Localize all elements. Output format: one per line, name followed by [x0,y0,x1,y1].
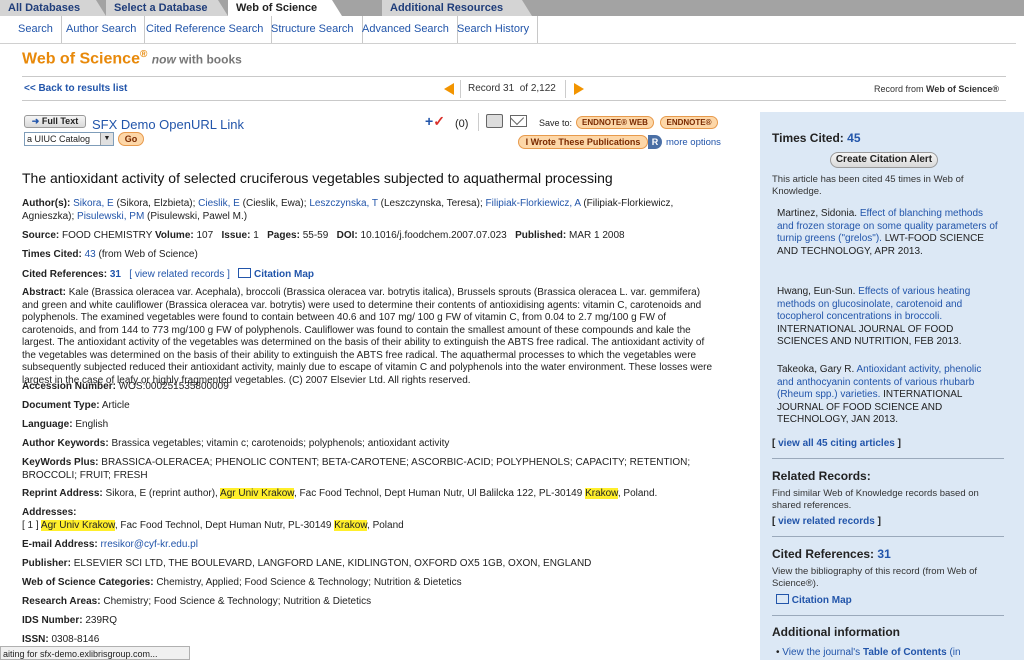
address-entry: [ 1 ] Agr Univ Krakow, Fac Food Technol,… [22,519,404,531]
divider [22,76,1006,77]
chevron-down-icon: ▼ [100,133,113,145]
next-record-icon[interactable] [574,83,584,95]
author-link[interactable]: Sikora, E [73,198,114,209]
citation-map-icon [776,594,789,604]
search-subnav: Search Author Search Cited Reference Sea… [0,16,1016,44]
divider [460,80,461,98]
times-cited-field: Times Cited: 43 (from Web of Science) [22,249,198,260]
view-all-citing: [ view all 45 citing articles ] [772,438,901,449]
research-areas-field: Research Areas: Chemistry; Food Science … [22,596,372,607]
times-cited-link[interactable]: 43 [85,249,96,260]
more-options-link[interactable]: more options [666,137,721,148]
keywords-plus-field: KeyWords Plus: BRASSICA-OLERACEA; PHENOL… [22,457,691,481]
view-related-link[interactable]: view related records [778,516,875,527]
marked-list-count: (0) [455,118,469,130]
bullet-icon: • [776,647,780,658]
record-source: Record from Web of Science® [874,84,1000,94]
database-tabbar: All Databases Select a Database Web of S… [0,0,1024,16]
document-type-field: Document Type: Article [22,400,130,411]
view-related: [ view related records ] [772,516,881,527]
tab-web-of-science[interactable]: Web of Science [228,0,342,16]
wos-categories-field: Web of Science Categories: Chemistry, Ap… [22,577,462,588]
cited-references-text: View the bibliography of this record (fr… [772,566,978,589]
print-icon[interactable] [486,114,503,128]
citation-sidebar: Times Cited: 45 Create Citation Alert Th… [760,112,1024,660]
language-field: Language: English [22,419,109,430]
citing-article: Hwang, Eun-Sun. Effects of various heati… [777,286,971,348]
go-button[interactable]: Go [118,132,144,146]
cited-references-heading: Cited References: 31 [772,547,891,561]
brand-heading: Web of Science® now with books [22,49,242,68]
citing-article: Takeoka, Gary R. Antioxidant activity, p… [777,364,982,426]
cited-references-count-link[interactable]: 31 [877,547,890,561]
sidebar-citation-map: Citation Map [776,594,852,606]
cited-references-field: Cited References: 31 [ view related reco… [22,268,315,280]
researcherid-icon[interactable]: R [648,135,662,149]
tab-all-databases[interactable]: All Databases [0,0,106,16]
tab-select-database[interactable]: Select a Database [106,0,228,16]
previous-record-icon[interactable] [444,83,454,95]
times-cited-heading: Times Cited: 45 [772,131,861,145]
i-wrote-these-button[interactable]: I Wrote These Publications [518,135,648,149]
divider [772,458,1004,459]
browser-status-bar: aiting for sfx-demo.exlibrisgroup.com... [0,646,190,660]
citing-article: Martinez, Sidonia. Effect of blanching m… [777,208,998,257]
article-title: The antioxidant activity of selected cru… [22,170,613,186]
subnav-structure-search[interactable]: Structure Search [263,16,363,43]
related-records-heading: Related Records: [772,469,871,483]
email-field: E-mail Address: rresikor@cyf-kr.edu.pl [22,539,198,550]
author-link[interactable]: Pisulewski, PM [77,211,144,222]
email-link[interactable]: rresikor@cyf-kr.edu.pl [101,539,198,550]
tab-additional-resources[interactable]: Additional Resources [382,0,532,16]
related-records-text: Find similar Web of Knowledge records ba… [772,488,979,511]
journal-toc-item: • View the journal's Table of Contents (… [776,647,961,658]
authors-field: Author(s): Sikora, E (Sikora, Elzbieta);… [22,198,674,222]
journal-toc-link[interactable]: View the journal's Table of Contents (in [782,647,960,658]
divider [565,80,566,98]
divider [772,615,1004,616]
abstract-field: Abstract: Kale (Brassica oleracea var. A… [22,287,713,386]
create-citation-alert-button[interactable]: Create Citation Alert [830,152,938,168]
additional-info-heading: Additional information [772,625,900,639]
subnav-advanced-search[interactable]: Advanced Search [354,16,458,43]
endnote-button[interactable]: ENDNOTE® [660,116,718,129]
reprint-address-field: Reprint Address: Sikora, E (reprint auth… [22,488,658,499]
cited-note: This article has been cited 45 times in … [772,174,964,197]
sidebar-citation-map-link[interactable]: Citation Map [792,595,852,606]
save-to-label: Save to: [539,118,573,128]
author-keywords-field: Author Keywords: Brassica vegetables; vi… [22,438,450,449]
author-link[interactable]: Cieslik, E [198,198,240,209]
view-related-records-link[interactable]: [ view related records ] [129,269,230,280]
subnav-search[interactable]: Search [10,16,62,43]
citation-map-link[interactable]: Citation Map [254,269,314,280]
divider [478,113,479,131]
divider [22,100,1006,101]
arrow-right-icon: ➜ [31,116,40,126]
times-cited-count-link[interactable]: 45 [847,131,860,145]
addresses-field: Addresses: [ 1 ] Agr Univ Krakow, Fac Fo… [22,507,718,532]
sfx-openurl-link[interactable]: SFX Demo OpenURL Link [92,117,244,132]
add-to-marked-list-icon[interactable]: +✓ [425,113,445,130]
issn-field: ISSN: 0308-8146 [22,634,100,645]
endnote-web-button[interactable]: ENDNOTE® WEB [576,116,654,129]
publisher-field: Publisher: ELSEVIER SCI LTD, THE BOULEVA… [22,558,592,569]
full-text-button[interactable]: ➜ Full Text [24,115,86,128]
citation-map-icon [238,268,252,278]
record-position: Record 31 of 2,122 [468,83,556,94]
catalog-select[interactable]: a UIUC Catalog ▼ [24,132,114,146]
accession-field: Accession Number: WOS:000251535800009 [22,381,229,392]
view-all-citing-link[interactable]: view all 45 citing articles [778,438,895,449]
divider [772,536,1004,537]
email-icon[interactable] [509,110,527,127]
subnav-author-search[interactable]: Author Search [58,16,146,43]
source-field: Source: FOOD CHEMISTRY Volume: 107 Issue… [22,230,625,241]
email-flap [509,110,525,126]
subnav-cited-reference-search[interactable]: Cited Reference Search [138,16,273,43]
author-link[interactable]: Leszczynska, T [309,198,378,209]
cited-references-link[interactable]: 31 [110,269,121,280]
subnav-search-history[interactable]: Search History [449,16,539,43]
back-to-results-link[interactable]: << Back to results list [24,83,127,94]
ids-number-field: IDS Number: 239RQ [22,615,118,626]
author-link[interactable]: Filipiak-Florkiewicz, A [486,198,581,209]
